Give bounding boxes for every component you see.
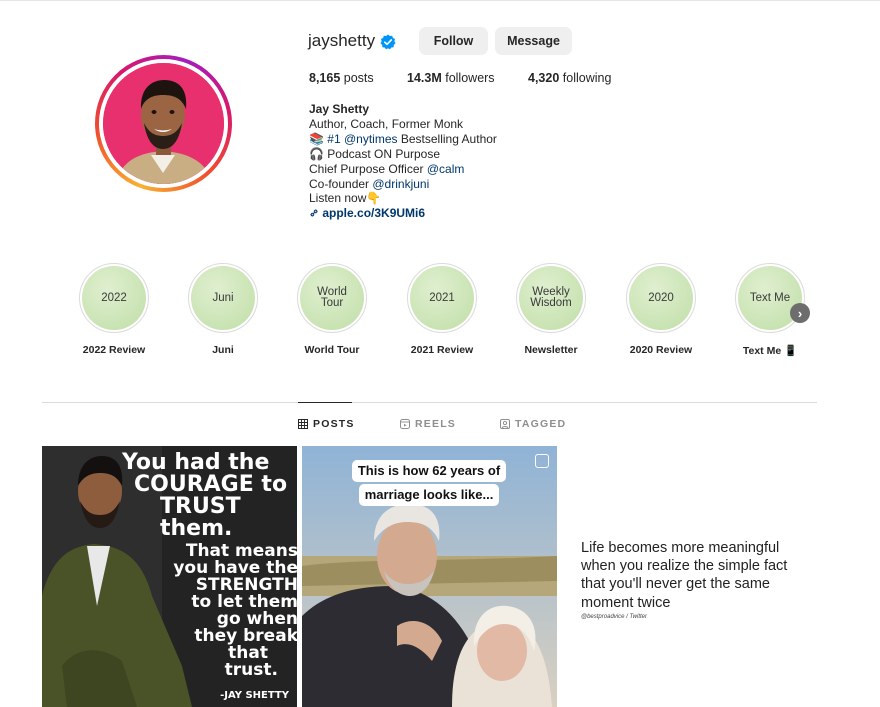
highlight-label: Juni [212, 344, 234, 356]
bio-line-4: Chief Purpose Officer @calm [309, 161, 465, 176]
bio-name: Jay Shetty [309, 102, 370, 116]
highlight-label: 2022 Review [82, 344, 146, 356]
reels-icon [400, 419, 410, 429]
posts-label: posts [343, 71, 374, 85]
bio-line-1: Author, Coach, Former Monk [309, 116, 464, 131]
post-tile-1[interactable]: You had the COURAGE to TRUST them. That … [42, 446, 297, 707]
headphones-icon: 🎧 [309, 146, 324, 161]
bio-mention-nytimes[interactable]: #1 @nytimes [327, 132, 397, 146]
followers-count: 14.3M [407, 71, 442, 85]
pointing-down-icon: 👇 [366, 191, 382, 206]
post-3-credit: @bestproadvice / Twitter [581, 614, 648, 620]
highlight-item[interactable]: Weekly Wisdom Newsletter [516, 263, 586, 356]
bio-line-6: Listen now👇 [309, 191, 382, 206]
highlight-label: 2021 Review [410, 344, 474, 356]
posts-stat: 8,165 posts [309, 71, 374, 85]
highlight-cover: World Tour [300, 266, 364, 330]
highlight-item[interactable]: World Tour World Tour [297, 263, 367, 356]
follow-button[interactable]: Follow [419, 27, 488, 55]
highlight-label: 2020 Review [629, 344, 693, 356]
highlight-cover: 2020 [629, 266, 693, 330]
link-icon [310, 209, 318, 217]
highlight-label: Newsletter [524, 344, 578, 356]
verified-badge-icon [380, 34, 396, 50]
followers-stat[interactable]: 14.3M followers [407, 71, 495, 85]
highlight-item[interactable]: 2020 2020 Review [626, 263, 696, 356]
post-3-quote: Life becomes more meaningful when you re… [581, 540, 788, 611]
avatar[interactable] [103, 63, 224, 184]
highlight-item[interactable]: 2021 2021 Review [407, 263, 477, 356]
following-label: following [562, 71, 612, 85]
highlight-label: World Tour [304, 344, 360, 356]
post-1-quote: You had the COURAGE to TRUST them. That … [122, 450, 297, 680]
highlight-cover: 2021 [410, 266, 474, 330]
profile-bio: Jay Shetty Author, Coach, Former Monk 📚 … [309, 102, 497, 221]
bio-line-5: Co-founder @drinkjuni [309, 176, 430, 191]
posts-count: 8,165 [309, 71, 341, 85]
active-tab-indicator [298, 402, 352, 403]
tab-tagged-label: TAGGED [515, 418, 567, 430]
top-border [0, 0, 880, 1]
tab-tagged[interactable]: TAGGED [500, 418, 566, 430]
profile-avatar-ring[interactable] [95, 55, 232, 192]
tab-reels[interactable]: REELS [400, 418, 456, 430]
following-stat[interactable]: 4,320 following [528, 71, 611, 85]
reel-icon [535, 454, 549, 468]
books-icon: 📚 [309, 131, 324, 146]
followers-label: followers [445, 71, 495, 85]
highlight-item[interactable]: Juni Juni [188, 263, 258, 356]
tab-posts-label: POSTS [313, 418, 355, 430]
tab-posts[interactable]: POSTS [298, 418, 355, 430]
tagged-icon [500, 419, 510, 429]
bio-mention-calm[interactable]: @calm [427, 162, 465, 176]
bio-link-row[interactable]: apple.co/3K9UMi6 [309, 206, 497, 221]
profile-username: jayshetty [308, 31, 376, 50]
highlight-item[interactable]: 2022 2022 Review [79, 263, 149, 356]
post-1-signature: -JAY SHETTY [220, 690, 289, 701]
message-button[interactable]: Message [495, 27, 572, 55]
grid-icon [298, 419, 308, 429]
bio-line-2: 📚 #1 @nytimes Bestselling Author [309, 131, 497, 146]
highlight-cover: 2022 [82, 266, 146, 330]
post-tile-3[interactable]: Life becomes more meaningful when you re… [562, 446, 817, 707]
bio-link[interactable]: apple.co/3K9UMi6 [322, 206, 425, 220]
post-2-caption: This is how 62 years of marriage looks l… [350, 460, 508, 508]
highlight-label: Text Me 📱 [742, 345, 798, 357]
highlight-item[interactable]: Text Me Text Me 📱 [735, 263, 805, 357]
tabs-divider [42, 402, 817, 403]
highlight-cover: Juni [191, 266, 255, 330]
bio-line-3: 🎧 Podcast ON Purpose [309, 146, 441, 161]
bio-mention-drinkjuni[interactable]: @drinkjuni [372, 177, 429, 191]
post-tile-2[interactable]: This is how 62 years of marriage looks l… [302, 446, 557, 707]
tab-reels-label: REELS [415, 418, 457, 430]
highlight-cover: Weekly Wisdom [519, 266, 583, 330]
following-count: 4,320 [528, 71, 560, 85]
highlights-next-icon[interactable]: › [790, 303, 810, 323]
avatar-photo [103, 63, 224, 184]
